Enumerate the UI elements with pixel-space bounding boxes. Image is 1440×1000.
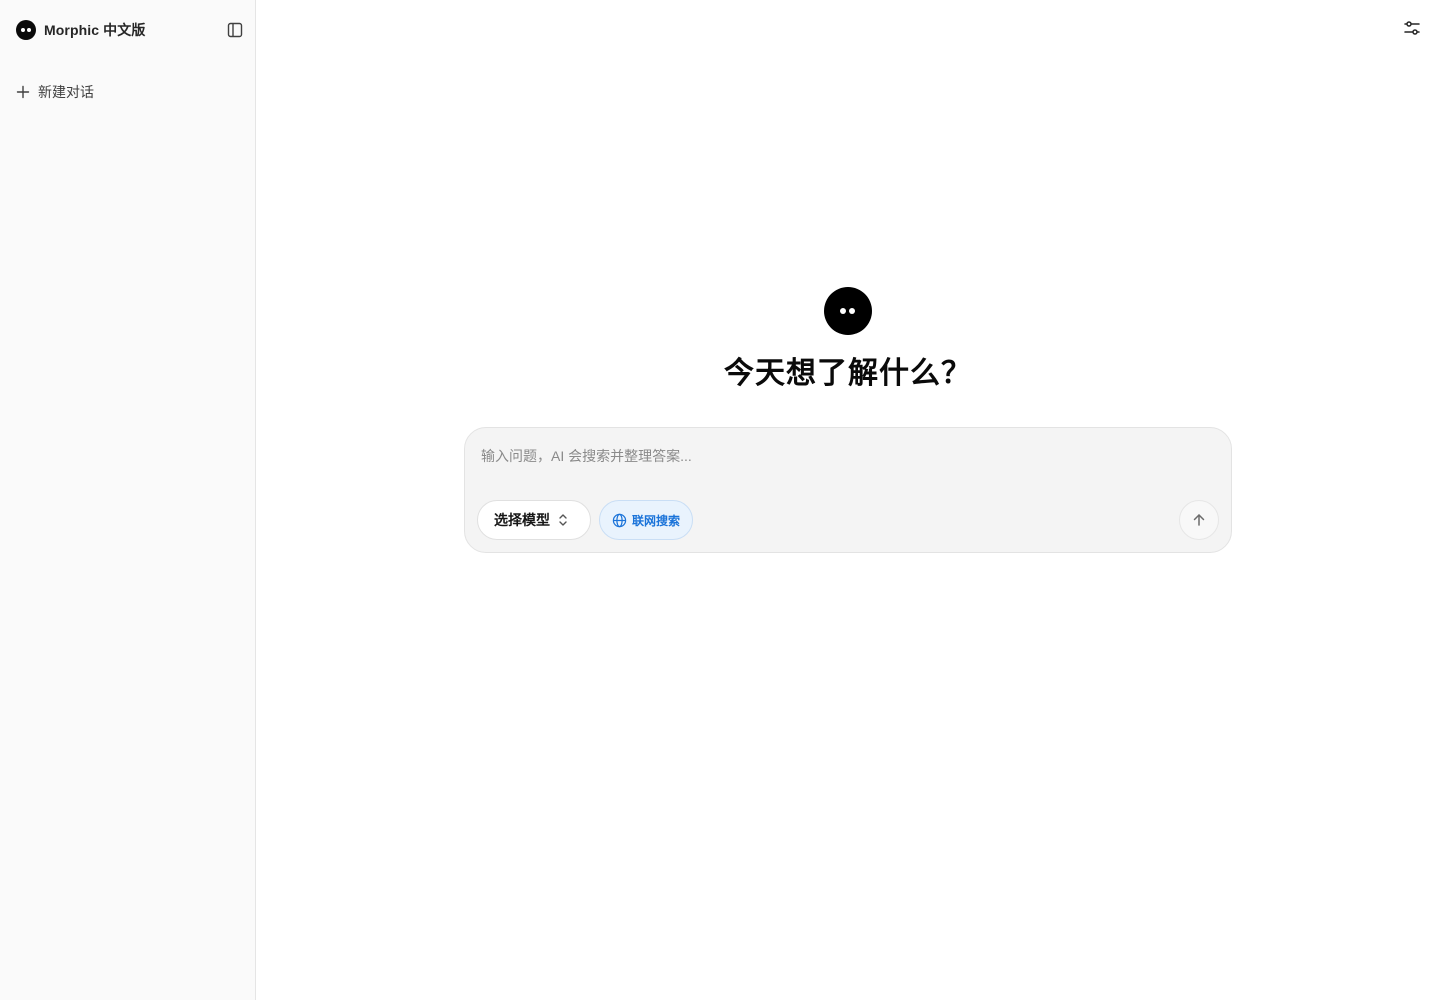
logo-eye-right: [27, 28, 31, 32]
globe-icon: [612, 513, 627, 527]
morphic-logo-icon: [16, 20, 36, 40]
main-area: 今天想了解什么？ 选择模型 联网搜索: [256, 0, 1440, 1000]
hero-logo-icon: [824, 287, 872, 335]
model-select-label: 选择模型: [494, 512, 550, 528]
web-search-label: 联网搜索: [631, 513, 680, 528]
hero-logo-eye-left: [840, 308, 846, 314]
chat-input[interactable]: [481, 444, 1181, 468]
sidebar-toggle-button[interactable]: [225, 20, 245, 40]
app-root: Morphic 中文版 新建对话 今天想了解什么？ 输入问题，AI 会搜索并整理…: [0, 0, 1440, 1000]
settings-button[interactable]: [1402, 18, 1422, 38]
brand-name: Morphic 中文版: [44, 22, 146, 38]
new-chat-label: 新建对话: [38, 84, 94, 100]
new-chat-button[interactable]: 新建对话: [10, 80, 246, 104]
plus-icon: [16, 85, 30, 99]
hero-title: 今天想了解什么？: [724, 357, 972, 390]
send-button[interactable]: [1179, 500, 1219, 540]
sidebar-panel-icon: [227, 22, 243, 38]
logo-eye-left: [21, 28, 25, 32]
web-search-toggle[interactable]: 联网搜索: [599, 500, 693, 540]
sidebar: Morphic 中文版 新建对话: [0, 0, 256, 1000]
hero-logo-eye-right: [849, 308, 855, 314]
sliders-icon: [1404, 21, 1420, 35]
brand[interactable]: Morphic 中文版: [16, 20, 145, 40]
chevrons-up-down-icon: [559, 514, 567, 526]
chat-composer: 选择模型 联网搜索: [464, 427, 1232, 553]
arrow-up-icon: [1193, 514, 1205, 526]
model-select-button[interactable]: 选择模型: [477, 500, 591, 540]
